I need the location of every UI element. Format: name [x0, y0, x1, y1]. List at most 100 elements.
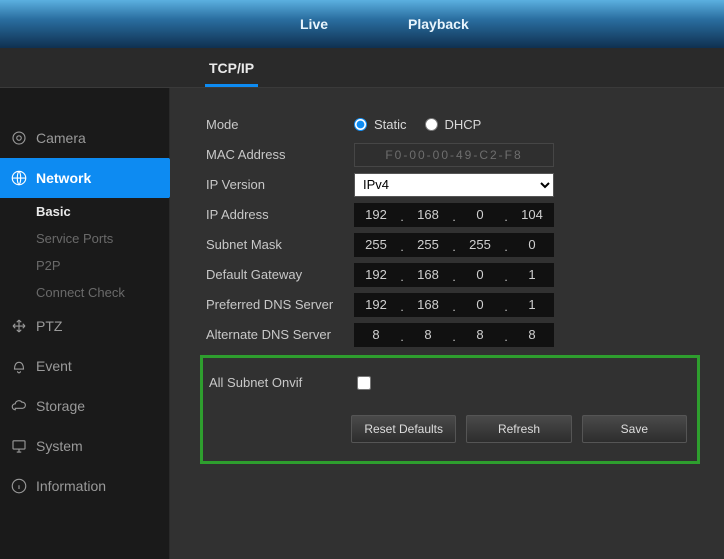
adns-octet-4[interactable]: [510, 323, 554, 347]
sidebar-sub-service-ports[interactable]: Service Ports: [0, 225, 169, 252]
row-gateway: Default Gateway . . .: [206, 260, 704, 289]
all-subnet-onvif-checkbox[interactable]: [357, 376, 371, 390]
sidebar-item-storage[interactable]: Storage: [0, 386, 169, 426]
adns-octet-1[interactable]: [354, 323, 398, 347]
radio-dhcp[interactable]: [425, 118, 438, 131]
pdns-octet-4[interactable]: [510, 293, 554, 317]
button-row: Reset Defaults Refresh Save: [351, 415, 687, 443]
pdns-group: . . .: [354, 293, 554, 317]
adns-octet-2[interactable]: [406, 323, 450, 347]
dot: .: [502, 203, 510, 227]
label-mac: MAC Address: [206, 147, 354, 162]
dot: .: [450, 233, 458, 257]
adns-octet-3[interactable]: [458, 323, 502, 347]
top-bar: Live Playback: [0, 0, 724, 48]
row-ip: IP Address . . .: [206, 200, 704, 229]
monitor-icon: [10, 437, 28, 455]
dot: .: [398, 203, 406, 227]
ip-octet-3[interactable]: [458, 203, 502, 227]
label-pdns: Preferred DNS Server: [206, 297, 354, 312]
label-gateway: Default Gateway: [206, 267, 354, 282]
gateway-group: . . .: [354, 263, 554, 287]
ip-octet-1[interactable]: [354, 203, 398, 227]
label-all-onvif: All Subnet Onvif: [209, 375, 357, 390]
main-area: Camera Network Basic Service Ports P2P C…: [0, 88, 724, 559]
row-pdns: Preferred DNS Server . . .: [206, 290, 704, 319]
sidebar: Camera Network Basic Service Ports P2P C…: [0, 88, 170, 559]
dot: .: [398, 323, 406, 347]
subnet-octet-1[interactable]: [354, 233, 398, 257]
row-mode: Mode Static DHCP: [206, 110, 704, 139]
ip-octet-2[interactable]: [406, 203, 450, 227]
label-mode: Mode: [206, 117, 354, 132]
dot: .: [450, 263, 458, 287]
row-mac: MAC Address F0-00-00-49-C2-F8: [206, 140, 704, 169]
tab-tcpip[interactable]: TCP/IP: [205, 50, 258, 87]
sidebar-sub-basic[interactable]: Basic: [0, 198, 169, 225]
mode-radio-group: Static DHCP: [354, 117, 495, 132]
dot: .: [450, 323, 458, 347]
subnet-octet-2[interactable]: [406, 233, 450, 257]
sidebar-label: PTZ: [36, 318, 62, 334]
save-button[interactable]: Save: [582, 415, 687, 443]
label-subnet: Subnet Mask: [206, 237, 354, 252]
dot: .: [502, 233, 510, 257]
sidebar-label: Network: [36, 170, 91, 186]
dot: .: [450, 203, 458, 227]
bell-icon: [10, 357, 28, 375]
gateway-octet-1[interactable]: [354, 263, 398, 287]
row-subnet: Subnet Mask . . .: [206, 230, 704, 259]
sidebar-sub-p2p[interactable]: P2P: [0, 252, 169, 279]
pdns-octet-1[interactable]: [354, 293, 398, 317]
mac-address-value: F0-00-00-49-C2-F8: [354, 143, 554, 167]
dot: .: [502, 263, 510, 287]
sidebar-item-information[interactable]: Information: [0, 466, 169, 506]
subnet-octet-3[interactable]: [458, 233, 502, 257]
sidebar-label: Camera: [36, 130, 86, 146]
subnet-octet-4[interactable]: [510, 233, 554, 257]
topbar-playback[interactable]: Playback: [408, 16, 469, 32]
dot: .: [398, 233, 406, 257]
pdns-octet-3[interactable]: [458, 293, 502, 317]
ip-version-select[interactable]: IPv4: [354, 173, 554, 197]
sidebar-item-system[interactable]: System: [0, 426, 169, 466]
subnet-group: . . .: [354, 233, 554, 257]
dot: .: [502, 323, 510, 347]
pdns-octet-2[interactable]: [406, 293, 450, 317]
dot: .: [398, 293, 406, 317]
sidebar-item-camera[interactable]: Camera: [0, 118, 169, 158]
radio-dhcp-label[interactable]: DHCP: [445, 117, 482, 132]
row-adns: Alternate DNS Server . . .: [206, 320, 704, 349]
sidebar-label: System: [36, 438, 83, 454]
gateway-octet-4[interactable]: [510, 263, 554, 287]
row-all-onvif: All Subnet Onvif: [203, 368, 687, 397]
sidebar-label: Information: [36, 478, 106, 494]
gateway-octet-3[interactable]: [458, 263, 502, 287]
dot: .: [450, 293, 458, 317]
highlight-box: All Subnet Onvif Reset Defaults Refresh …: [200, 355, 700, 464]
radio-static-label[interactable]: Static: [374, 117, 407, 132]
label-adns: Alternate DNS Server: [206, 327, 354, 342]
label-ipver: IP Version: [206, 177, 354, 192]
sidebar-item-network[interactable]: Network: [0, 158, 169, 198]
sidebar-item-event[interactable]: Event: [0, 346, 169, 386]
row-ipver: IP Version IPv4: [206, 170, 704, 199]
content-panel: Mode Static DHCP MAC Address F0-00-00-49…: [170, 88, 724, 559]
dot: .: [398, 263, 406, 287]
sidebar-item-ptz[interactable]: PTZ: [0, 306, 169, 346]
reset-defaults-button[interactable]: Reset Defaults: [351, 415, 456, 443]
topbar-live[interactable]: Live: [300, 16, 328, 32]
ip-octet-4[interactable]: [510, 203, 554, 227]
ptz-icon: [10, 317, 28, 335]
sidebar-sub-connect-check[interactable]: Connect Check: [0, 279, 169, 306]
gateway-octet-2[interactable]: [406, 263, 450, 287]
globe-icon: [10, 169, 28, 187]
cloud-icon: [10, 397, 28, 415]
ip-address-group: . . .: [354, 203, 554, 227]
sidebar-label: Storage: [36, 398, 85, 414]
dot: .: [502, 293, 510, 317]
info-icon: [10, 477, 28, 495]
sub-tab-bar: TCP/IP: [0, 48, 724, 88]
refresh-button[interactable]: Refresh: [466, 415, 571, 443]
radio-static[interactable]: [354, 118, 367, 131]
